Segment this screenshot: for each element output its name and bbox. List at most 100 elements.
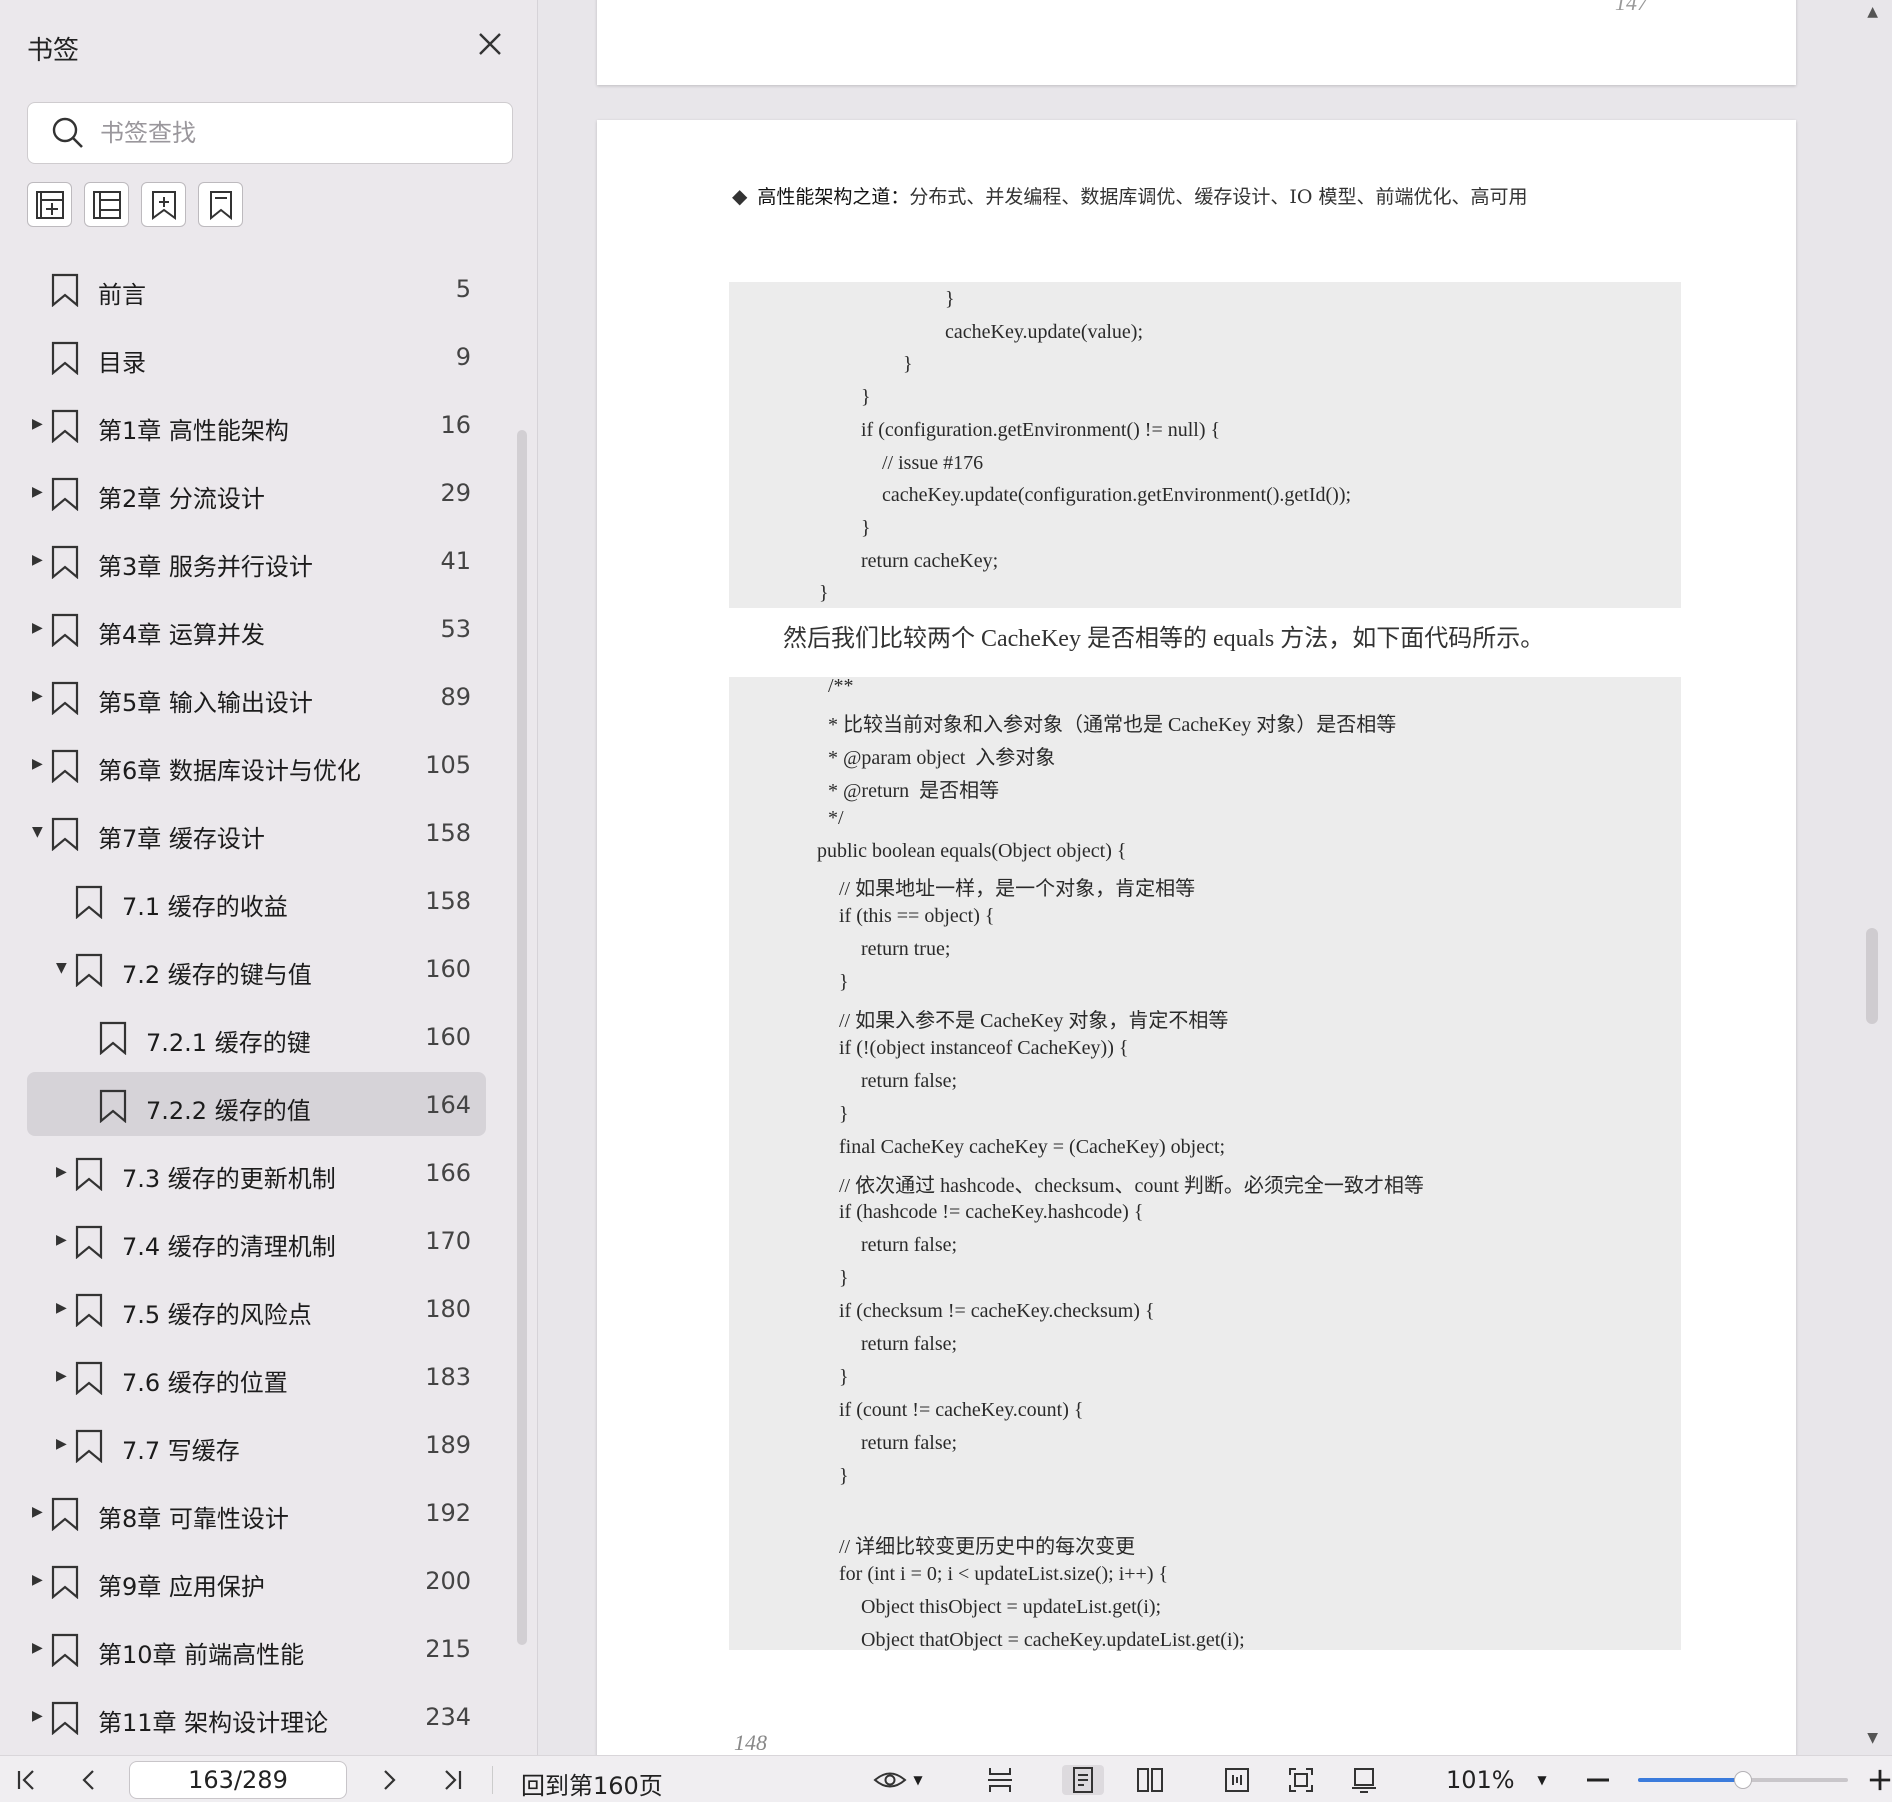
expand-all-icon — [151, 190, 176, 220]
bookmark-item[interactable]: ▶ 第5章 输入输出设计 89 — [0, 664, 500, 732]
bookmark-item[interactable]: 7.1 缓存的收益 158 — [0, 868, 500, 936]
code-line: if (this == object) { — [839, 905, 995, 928]
collapsed-triangle-icon[interactable]: ▶ — [32, 756, 46, 772]
bookmark-icon — [50, 749, 80, 784]
single-page-button[interactable] — [1062, 1765, 1104, 1795]
collapsed-triangle-icon[interactable]: ▶ — [56, 1164, 70, 1180]
bookmark-item[interactable]: ▶ 7.7 写缓存 189 — [0, 1412, 500, 1480]
first-page-button[interactable] — [12, 1765, 42, 1795]
collapse-all-button[interactable] — [84, 182, 129, 227]
chevron-left-icon — [82, 1770, 94, 1790]
collapsed-triangle-icon[interactable]: ▶ — [32, 1708, 46, 1724]
expanded-triangle-icon[interactable]: ▼ — [56, 960, 70, 976]
zoom-dropdown-chevron-icon[interactable]: ▼ — [1532, 1765, 1552, 1795]
collapsed-triangle-icon[interactable]: ▶ — [32, 1640, 46, 1656]
code-line: return false; — [861, 1234, 958, 1257]
collapsed-triangle-icon[interactable]: ▶ — [56, 1300, 70, 1316]
bookmark-item[interactable]: ▶ 第2章 分流设计 29 — [0, 460, 500, 528]
bookmark-label: 第6章 数据库设计与优化 — [98, 757, 361, 785]
collapsed-triangle-icon[interactable]: ▶ — [32, 552, 46, 568]
bookmark-item[interactable]: ▶ 第4章 运算并发 53 — [0, 596, 500, 664]
collapsed-triangle-icon[interactable]: ▶ — [32, 1504, 46, 1520]
bookmark-page-number: 164 — [425, 1091, 471, 1119]
collapsed-triangle-icon[interactable]: ▶ — [56, 1436, 70, 1452]
collapsed-triangle-icon[interactable]: ▶ — [32, 484, 46, 500]
code-line: } — [839, 1365, 849, 1388]
fullscreen-button[interactable] — [1348, 1765, 1380, 1795]
bookmark-icon — [50, 613, 80, 648]
code-line: if (hashcode != cacheKey.hashcode) { — [839, 1201, 1144, 1224]
bookmark-item[interactable]: ▼ 7.2 缓存的键与值 160 — [0, 936, 500, 1004]
go-back-button[interactable]: 回到第160页 — [521, 1766, 663, 1801]
bookmark-item[interactable]: ▶ 7.4 缓存的清理机制 170 — [0, 1208, 500, 1276]
collapsed-triangle-icon[interactable]: ▶ — [32, 1572, 46, 1588]
code-line: if (!(object instanceof CacheKey)) { — [839, 1036, 1129, 1059]
collapsed-triangle-icon[interactable]: ▶ — [56, 1232, 70, 1248]
collapsed-triangle-icon[interactable]: ▶ — [32, 688, 46, 704]
last-page-button[interactable] — [437, 1765, 467, 1795]
page-number: 147 — [1615, 0, 1648, 15]
bookmark-search-box[interactable] — [27, 102, 513, 164]
scroll-up-arrow-icon[interactable]: ▲ — [1867, 4, 1878, 20]
bookmark-icon — [74, 1361, 104, 1396]
view-mode-dropdown[interactable]: ▼ — [867, 1765, 929, 1795]
bookmark-icon — [50, 477, 80, 512]
collapsed-triangle-icon[interactable]: ▶ — [56, 1368, 70, 1384]
bookmark-page-number: 16 — [440, 411, 471, 439]
code-line: } — [861, 386, 871, 409]
bookmark-toolbar — [27, 182, 243, 227]
zoom-out-button[interactable] — [1584, 1765, 1612, 1795]
bookmark-item[interactable]: ▶ 7.3 缓存的更新机制 166 — [0, 1140, 500, 1208]
next-page-button[interactable] — [374, 1765, 404, 1795]
expand-bookmark-button[interactable] — [141, 182, 186, 227]
bookmark-item[interactable]: ▶ 第1章 高性能架构 16 — [0, 392, 500, 460]
bookmark-item[interactable]: ▶ 第3章 服务并行设计 41 — [0, 528, 500, 596]
bookmark-icon — [74, 1429, 104, 1464]
document-scrollbar-thumb[interactable] — [1866, 928, 1878, 1024]
bookmark-item[interactable]: ▶ 第10章 前端高性能 215 — [0, 1616, 500, 1684]
bookmark-item[interactable]: 目录 9 — [0, 324, 500, 392]
bookmark-item[interactable]: ▶ 7.5 缓存的风险点 180 — [0, 1276, 500, 1344]
code-line: return false; — [861, 1333, 958, 1355]
code-line: return false; — [861, 1431, 958, 1454]
code-line: } — [839, 1267, 849, 1290]
collapsed-triangle-icon[interactable]: ▶ — [32, 620, 46, 636]
search-icon — [52, 117, 83, 148]
continuous-scroll-button[interactable] — [984, 1765, 1016, 1795]
bookmark-item[interactable]: 7.2.2 缓存的值 164 — [0, 1072, 500, 1140]
previous-page-button[interactable] — [74, 1765, 104, 1795]
bookmark-button[interactable] — [198, 182, 243, 227]
two-page-button[interactable] — [1134, 1765, 1166, 1795]
code-line: // 如果地址一样，是一个对象，肯定相等 — [839, 878, 1196, 901]
zoom-level[interactable]: 101% — [1446, 1766, 1515, 1794]
bookmark-item[interactable]: 前言 5 — [0, 256, 500, 324]
bookmark-item[interactable]: 7.2.1 缓存的键 160 — [0, 1004, 500, 1072]
bookmark-item[interactable]: ▶ 第11章 架构设计理论 234 — [0, 1684, 500, 1752]
bookmark-page-number: 53 — [440, 615, 471, 643]
page-number-input[interactable] — [129, 1761, 347, 1799]
bookmark-page-number: 166 — [425, 1159, 471, 1187]
bookmark-search-input[interactable] — [100, 119, 480, 147]
zoom-slider-handle[interactable] — [1734, 1771, 1752, 1789]
zoom-in-button[interactable] — [1868, 1765, 1892, 1795]
fit-width-icon — [1225, 1768, 1249, 1792]
bookmark-item[interactable]: ▶ 第6章 数据库设计与优化 105 — [0, 732, 500, 800]
collapsed-triangle-icon[interactable]: ▶ — [32, 416, 46, 432]
bookmark-scrollbar[interactable] — [517, 430, 527, 1645]
code-line: cacheKey.update(value); — [945, 320, 1144, 343]
bookmark-item[interactable]: ▶ 7.6 缓存的位置 183 — [0, 1344, 500, 1412]
expanded-triangle-icon[interactable]: ▼ — [32, 824, 46, 840]
add-bookmark-button[interactable] — [27, 182, 72, 227]
bookmark-item[interactable]: ▼ 第7章 缓存设计 158 — [0, 800, 500, 868]
bookmark-item[interactable]: ▶ 第8章 可靠性设计 192 — [0, 1480, 500, 1548]
collapse-all-icon — [92, 190, 121, 219]
bookmark-item[interactable]: ▶ 第9章 应用保护 200 — [0, 1548, 500, 1616]
bookmark-icon — [74, 1157, 104, 1192]
code-line: // 依次通过 hashcode、checksum、count 判断。必须完全一… — [839, 1174, 1424, 1197]
close-icon[interactable] — [474, 28, 506, 60]
scroll-down-arrow-icon[interactable]: ▼ — [1867, 1730, 1878, 1746]
eye-icon — [873, 1772, 907, 1788]
zoom-slider[interactable] — [1638, 1771, 1848, 1789]
fit-width-button[interactable] — [1221, 1765, 1253, 1795]
fit-page-button[interactable] — [1282, 1765, 1320, 1795]
